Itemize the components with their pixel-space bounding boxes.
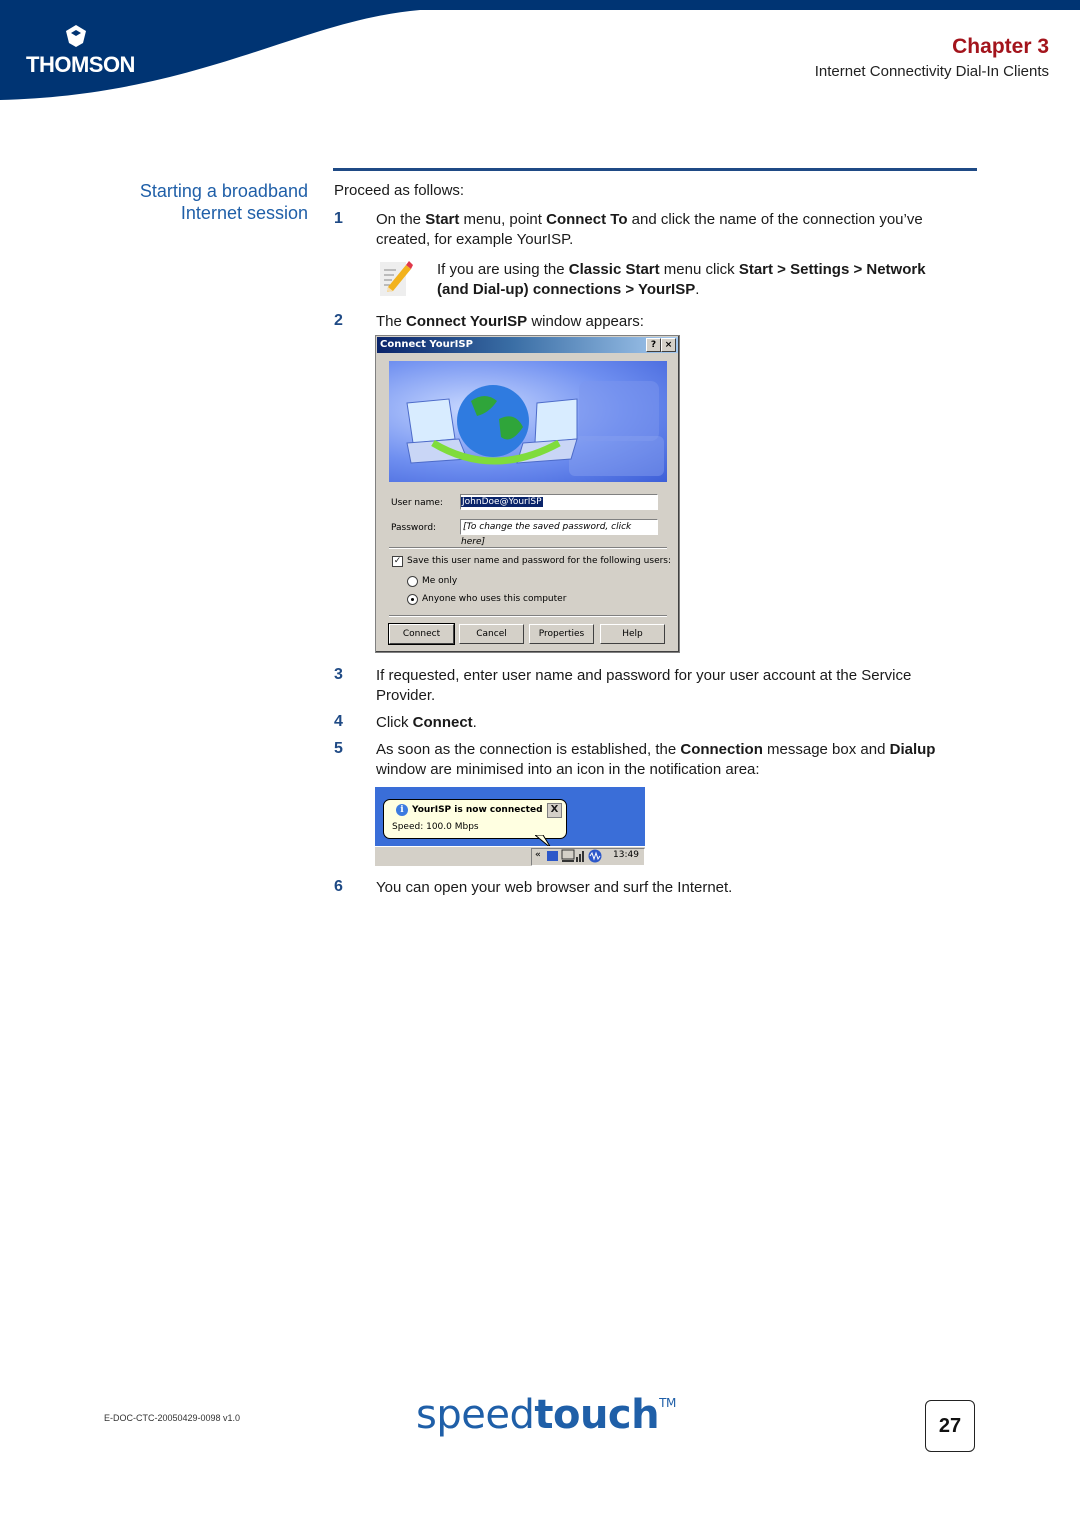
expand-tray-button[interactable]: « [535,850,541,860]
step-1-text: On the Start menu, point Connect To and … [376,211,923,248]
balloon-close-button[interactable]: X [547,803,562,818]
password-label: Password: [391,523,437,533]
thomson-logo-text: THOMSON [26,52,135,77]
section-heading: Starting a broadband Internet session [78,180,308,224]
network-connection-icon[interactable] [547,851,558,861]
audio-icon[interactable] [588,849,602,863]
thomson-logo-icon [66,25,86,47]
cancel-button[interactable]: Cancel [459,624,524,644]
step-number: 1 [334,210,343,227]
header-band [0,0,1080,100]
dialog-title: Connect YourISP [380,339,473,350]
step-3-text: If requested, enter user name and passwo… [376,667,912,704]
chapter-subtitle: Internet Connectivity Dial-In Clients [814,63,1049,80]
note-text: If you are using the Classic Start menu … [437,261,926,298]
properties-button[interactable]: Properties [529,624,594,644]
divider [389,615,667,617]
step-number: 5 [334,740,343,757]
balloon-title: YourISP is now connected [412,805,543,815]
connect-dialog: Connect YourISP ? × User name: JohnDoe@Y… [375,335,680,653]
radio-anyone[interactable] [407,594,418,605]
radio-me-only[interactable] [407,576,418,587]
tray-clock[interactable]: 13:49 [613,850,639,860]
signal-icon[interactable] [576,851,584,862]
connected-balloon: i YourISP is now connected Speed: 100.0 … [383,799,567,839]
section-heading-line2: Internet session [180,203,308,223]
divider [389,547,667,549]
user-name-input[interactable]: JohnDoe@YourISP [460,494,658,510]
step-4-text: Click Connect. [376,714,477,731]
tray-icons [547,849,602,863]
help-dialog-button[interactable]: Help [600,624,665,644]
info-icon: i [396,804,408,816]
section-divider [333,168,977,171]
network-globe-illustration [406,381,664,476]
step-5-text: As soon as the connection is established… [376,741,936,778]
dialup-banner-image [389,361,667,482]
chapter-title: Chapter 3 [952,35,1049,58]
save-credentials-label: Save this user name and password for the… [407,556,672,566]
speedtouch-logo: speedtouchTM [416,1392,676,1438]
computer-icon[interactable] [561,849,575,862]
step-number: 3 [334,666,343,683]
radio-anyone-label: Anyone who uses this computer [422,594,567,604]
help-button[interactable]: ? [646,338,661,352]
intro-text: Proceed as follows: [334,182,465,199]
step-2-text: The Connect YourISP window appears: [376,313,644,330]
pencil-note-icon [380,261,413,296]
user-name-label: User name: [391,498,443,508]
step-number: 4 [334,713,343,730]
document-id: E-DOC-CTC-20050429-0098 v1.0 [104,1413,241,1423]
dialog-titlebar: Connect YourISP ? × [377,337,678,353]
close-button[interactable]: × [661,338,676,352]
radio-me-only-label: Me only [422,576,458,586]
step-number: 6 [334,878,343,895]
page-number: 27 [925,1400,975,1452]
balloon-body: Speed: 100.0 Mbps [392,822,479,832]
notification-area-screenshot: i YourISP is now connected Speed: 100.0 … [375,787,645,866]
step-6-text: You can open your web browser and surf t… [376,879,733,896]
save-credentials-checkbox[interactable]: ✓ [392,556,403,567]
step-number: 2 [334,312,343,329]
connect-button[interactable]: Connect [388,623,455,645]
section-heading-line1: Starting a broadband [139,181,308,201]
password-input[interactable]: [To change the saved password, click her… [460,519,658,547]
